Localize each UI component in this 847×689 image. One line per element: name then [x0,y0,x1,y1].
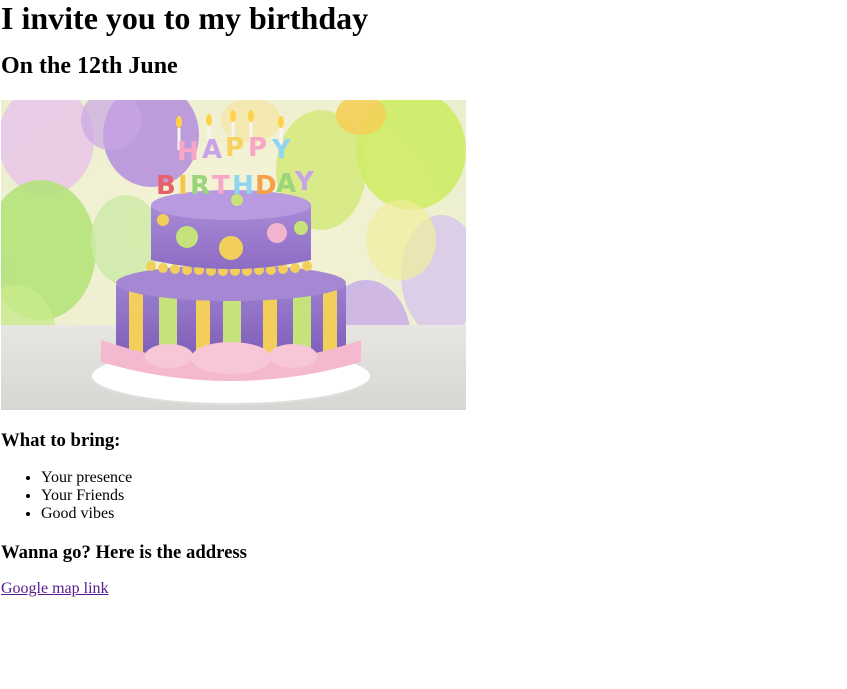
list-item: Your presence [41,469,847,487]
google-map-link[interactable]: Google map link [1,580,109,597]
svg-text:P: P [248,133,267,163]
birthday-cake-image: H A P P Y B I R T H D A Y [1,100,466,410]
bring-list: Your presence Your Friends Good vibes [1,469,847,523]
invitation-page: I invite you to my birthday On the 12th … [0,0,847,598]
address-heading: Wanna go? Here is the address [1,542,247,563]
list-item: Your Friends [41,487,847,505]
svg-text:I: I [178,171,188,201]
what-to-bring-heading: What to bring: [1,430,121,451]
svg-text:Y: Y [271,135,292,165]
svg-text:R: R [190,171,210,201]
svg-text:H: H [232,171,254,201]
map-link-row: Google map link [1,580,847,598]
svg-text:B: B [156,171,176,201]
svg-text:A: A [276,169,296,199]
svg-text:T: T [212,171,230,201]
svg-text:D: D [255,171,277,201]
svg-text:H: H [177,137,199,167]
svg-text:Y: Y [294,167,315,197]
svg-text:P: P [225,133,244,163]
page-title: I invite you to my birthday [1,0,369,36]
event-date: On the 12th June [1,53,178,79]
list-item: Good vibes [41,505,847,523]
svg-text:A: A [202,135,222,165]
